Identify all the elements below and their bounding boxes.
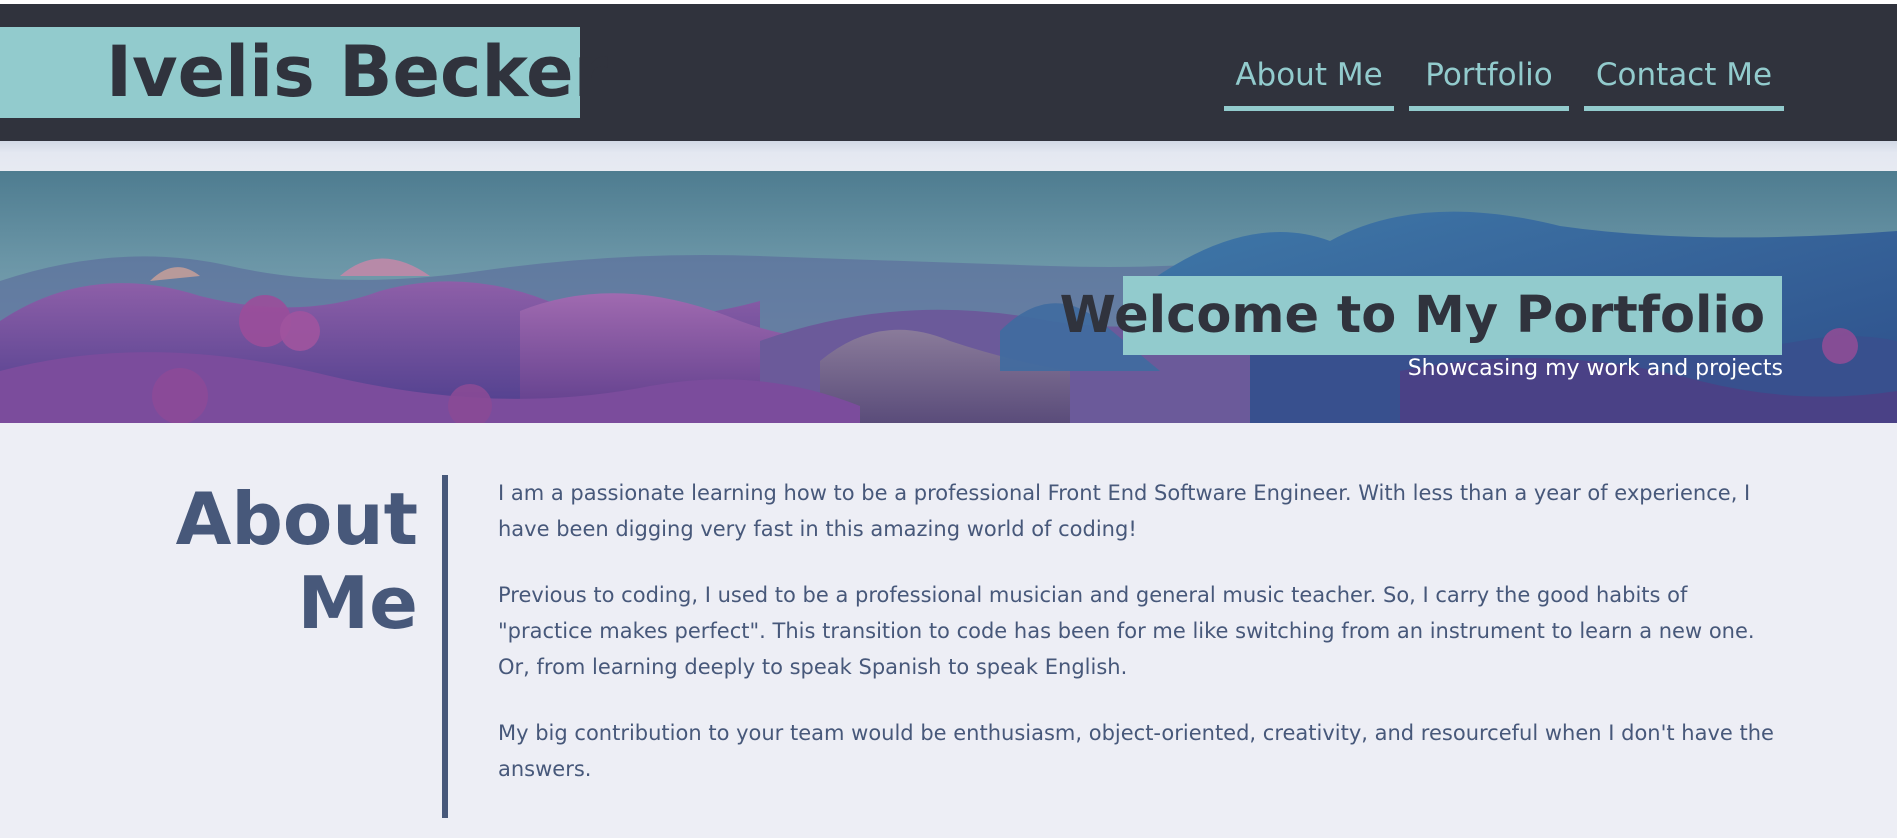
site-header: Ivelis Becker About Me Portfolio Contact… <box>0 4 1897 141</box>
about-me-heading: About Me <box>158 477 418 645</box>
header-shadow <box>0 141 1897 171</box>
about-paragraph: My big contribution to your team would b… <box>498 721 1774 781</box>
about-heading-line1: About <box>175 477 418 561</box>
hero-title-box: Welcome to My Portfolio <box>1060 276 1782 355</box>
nav-link-portfolio[interactable]: Portfolio <box>1409 50 1569 111</box>
hero-subtitle: Showcasing my work and projects <box>1407 356 1783 381</box>
about-paragraph: I am a passionate learning how to be a p… <box>498 481 1751 541</box>
nav-link-about-me[interactable]: About Me <box>1224 50 1394 111</box>
about-divider <box>442 475 448 818</box>
main-nav: About Me Portfolio Contact Me <box>0 50 1897 111</box>
about-text: I am a passionate learning how to be a p… <box>498 475 1788 817</box>
about-heading-line2: Me <box>297 561 418 645</box>
nav-link-contact-me[interactable]: Contact Me <box>1584 50 1784 111</box>
hero-title: Welcome to My Portfolio <box>1059 286 1765 345</box>
about-me-section: About Me I am a passionate learning how … <box>0 423 1897 838</box>
hero-banner: Welcome to My Portfolio Showcasing my wo… <box>0 171 1897 423</box>
about-paragraph: Previous to coding, I used to be a profe… <box>498 583 1755 679</box>
